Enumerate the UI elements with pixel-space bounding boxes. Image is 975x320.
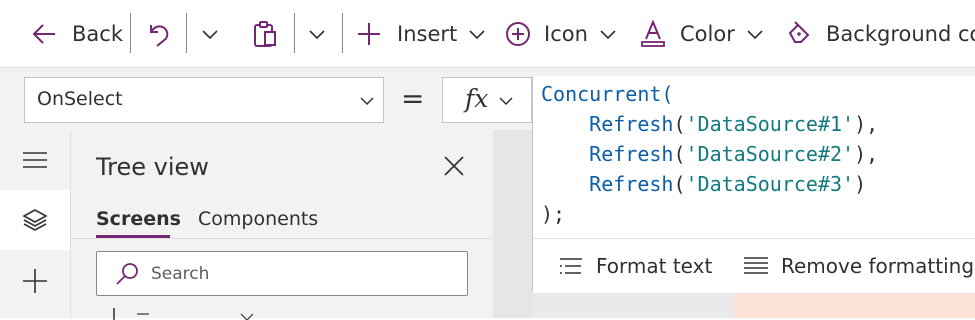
paste-button[interactable] xyxy=(252,0,278,67)
canvas-area xyxy=(493,130,533,318)
background-color-label: Background colo xyxy=(826,21,975,46)
toolbar-divider xyxy=(342,13,343,53)
layers-icon xyxy=(22,207,48,233)
code-string: 'DataSource#3' xyxy=(685,172,855,196)
format-text-label: Format text xyxy=(596,254,713,278)
chevron-down-icon xyxy=(498,94,514,108)
chevron-down-icon xyxy=(467,24,487,44)
icon-label: Icon xyxy=(544,21,588,46)
hamburger-menu-button[interactable] xyxy=(0,130,70,190)
code-line: Concurrent( xyxy=(541,82,673,106)
code-line: ); xyxy=(541,202,566,226)
color-menu-button[interactable]: Color xyxy=(640,0,765,67)
plus-icon xyxy=(356,21,382,47)
remove-formatting-icon xyxy=(743,255,769,277)
remove-formatting-button[interactable]: Remove formatting xyxy=(743,239,974,293)
code-string: 'DataSource#2' xyxy=(685,142,855,166)
icon-menu-button[interactable]: Icon xyxy=(505,0,618,67)
search-input[interactable]: Search xyxy=(96,251,468,296)
chevron-down-icon xyxy=(598,24,618,44)
code-line: Refresh('DataSource#3') xyxy=(589,172,867,196)
left-rail xyxy=(0,130,71,318)
property-value: OnSelect xyxy=(37,88,123,110)
add-circle-icon xyxy=(505,21,531,47)
back-arrow-icon xyxy=(30,20,58,48)
code-line: Refresh('DataSource#1'), xyxy=(589,112,879,136)
toolbar-divider xyxy=(294,13,295,53)
equals-sign: = xyxy=(401,82,425,115)
back-label: Back xyxy=(72,21,123,46)
format-text-button[interactable]: Format text xyxy=(559,239,712,293)
tab-screens[interactable]: Screens xyxy=(96,208,181,230)
property-dropdown[interactable]: OnSelect xyxy=(24,77,384,123)
formula-editor-footer: Format text Remove formatting xyxy=(533,238,975,293)
undo-icon xyxy=(146,21,172,47)
panel-title: Tree view xyxy=(96,153,209,181)
clipboard-icon xyxy=(252,20,278,48)
code-function: Refresh xyxy=(589,172,674,196)
tree-view-button[interactable] xyxy=(0,190,70,250)
chevron-down-icon xyxy=(200,24,220,44)
chevron-down-icon xyxy=(307,24,327,44)
background-color-menu-button[interactable]: Background colo xyxy=(786,0,975,67)
toolbar-divider xyxy=(130,13,131,53)
hamburger-icon xyxy=(22,151,48,169)
chevron-down-icon xyxy=(359,94,375,108)
close-icon[interactable] xyxy=(443,155,465,177)
fx-icon: fx xyxy=(465,84,489,113)
code-function: Refresh xyxy=(589,142,674,166)
plus-icon xyxy=(22,268,48,294)
color-label: Color xyxy=(680,21,735,46)
code-line: Refresh('DataSource#2'), xyxy=(589,142,879,166)
paste-dropdown-button[interactable] xyxy=(307,0,327,67)
formula-editor[interactable]: Concurrent( Refresh('DataSource#1'), Ref… xyxy=(532,76,975,293)
code-function: Refresh xyxy=(589,112,674,136)
command-bar: Back Insert Icon Color Background c xyxy=(0,0,975,68)
paint-bucket-icon xyxy=(786,20,812,47)
undo-button[interactable] xyxy=(146,0,172,67)
function-button[interactable]: fx xyxy=(442,77,532,123)
divider xyxy=(71,238,493,239)
remove-formatting-label: Remove formatting xyxy=(781,254,975,278)
chevron-down-icon xyxy=(745,24,765,44)
search-icon xyxy=(115,262,139,286)
font-color-icon xyxy=(640,19,666,48)
tree-view-panel: Tree view Screens Components Search xyxy=(71,130,493,320)
insert-label: Insert xyxy=(397,21,458,46)
code-string: 'DataSource#1' xyxy=(685,112,855,136)
canvas-screen[interactable] xyxy=(734,292,975,318)
back-button[interactable]: Back xyxy=(30,0,123,67)
toolbar-divider xyxy=(186,13,187,53)
search-placeholder: Search xyxy=(151,264,210,284)
tree-item[interactable] xyxy=(109,308,349,320)
formula-code[interactable]: Concurrent( Refresh('DataSource#1'), Ref… xyxy=(541,79,878,229)
insert-rail-button[interactable] xyxy=(0,251,70,311)
tab-components[interactable]: Components xyxy=(198,208,318,230)
undo-dropdown-button[interactable] xyxy=(200,0,220,67)
code-concurrent: Concurrent( xyxy=(541,82,674,106)
format-text-icon xyxy=(559,255,583,277)
insert-menu-button[interactable]: Insert xyxy=(356,0,487,67)
